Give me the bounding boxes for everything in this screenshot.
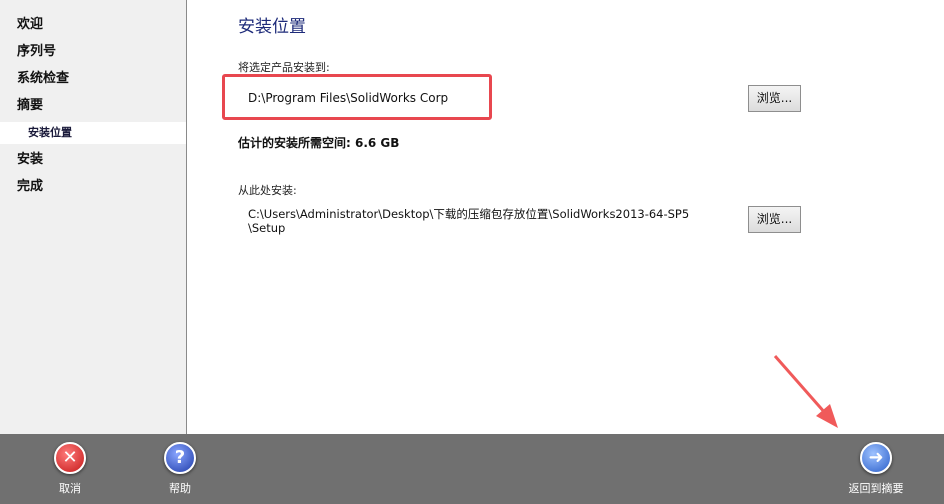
question-circle-icon: ?	[164, 442, 196, 474]
installer-window: 欢迎 序列号 系统检查 摘要 安装位置 安装 完成 安装位置 将选定产品安装到:…	[0, 0, 944, 504]
sidebar: 欢迎 序列号 系统检查 摘要 安装位置 安装 完成	[0, 0, 187, 434]
back-to-summary-label: 返回到摘要	[848, 482, 904, 495]
install-to-label: 将选定产品安装到:	[238, 61, 330, 74]
back-to-summary-button[interactable]: ➜ 返回到摘要	[836, 442, 916, 496]
help-button[interactable]: ? 帮助	[140, 442, 220, 496]
sidebar-item-welcome[interactable]: 欢迎	[0, 14, 186, 36]
sidebar-item-install[interactable]: 安装	[0, 149, 186, 171]
sidebar-item-label: 序列号	[17, 44, 57, 59]
close-circle-icon: ✕	[54, 442, 86, 474]
bottom-bar: ✕ 取消 ? 帮助 ➜ 返回到摘要	[0, 434, 944, 504]
install-from-label: 从此处安装:	[238, 184, 297, 197]
sidebar-item-label: 安装	[17, 152, 44, 167]
sidebar-item-system-check[interactable]: 系统检查	[0, 68, 186, 90]
sidebar-item-finish[interactable]: 完成	[0, 176, 186, 198]
sidebar-item-serial[interactable]: 序列号	[0, 41, 186, 63]
sidebar-item-install-location[interactable]: 安装位置	[0, 122, 186, 144]
cancel-label: 取消	[59, 482, 81, 495]
page-title: 安装位置	[238, 17, 306, 37]
source-path-line1: C:\Users\Administrator\Desktop\下载的压缩包存放位…	[248, 207, 690, 221]
arrow-right-circle-icon: ➜	[860, 442, 892, 474]
browse-install-button[interactable]: 浏览...	[748, 85, 801, 112]
source-path-line2: \Setup	[248, 221, 286, 235]
sidebar-item-label: 摘要	[17, 98, 44, 113]
help-label: 帮助	[169, 482, 191, 495]
main-panel: 安装位置 将选定产品安装到: D:\Program Files\SolidWor…	[188, 0, 944, 434]
space-required-text: 估计的安装所需空间: 6.6 GB	[238, 136, 400, 150]
sidebar-item-label: 安装位置	[28, 126, 72, 139]
cancel-button[interactable]: ✕ 取消	[30, 442, 110, 496]
sidebar-item-label: 欢迎	[17, 17, 44, 32]
browse-source-button[interactable]: 浏览...	[748, 206, 801, 233]
install-path-field[interactable]: D:\Program Files\SolidWorks Corp	[248, 91, 448, 105]
sidebar-item-label: 完成	[17, 179, 44, 194]
sidebar-item-label: 系统检查	[17, 71, 70, 86]
sidebar-item-summary[interactable]: 摘要	[0, 95, 186, 117]
